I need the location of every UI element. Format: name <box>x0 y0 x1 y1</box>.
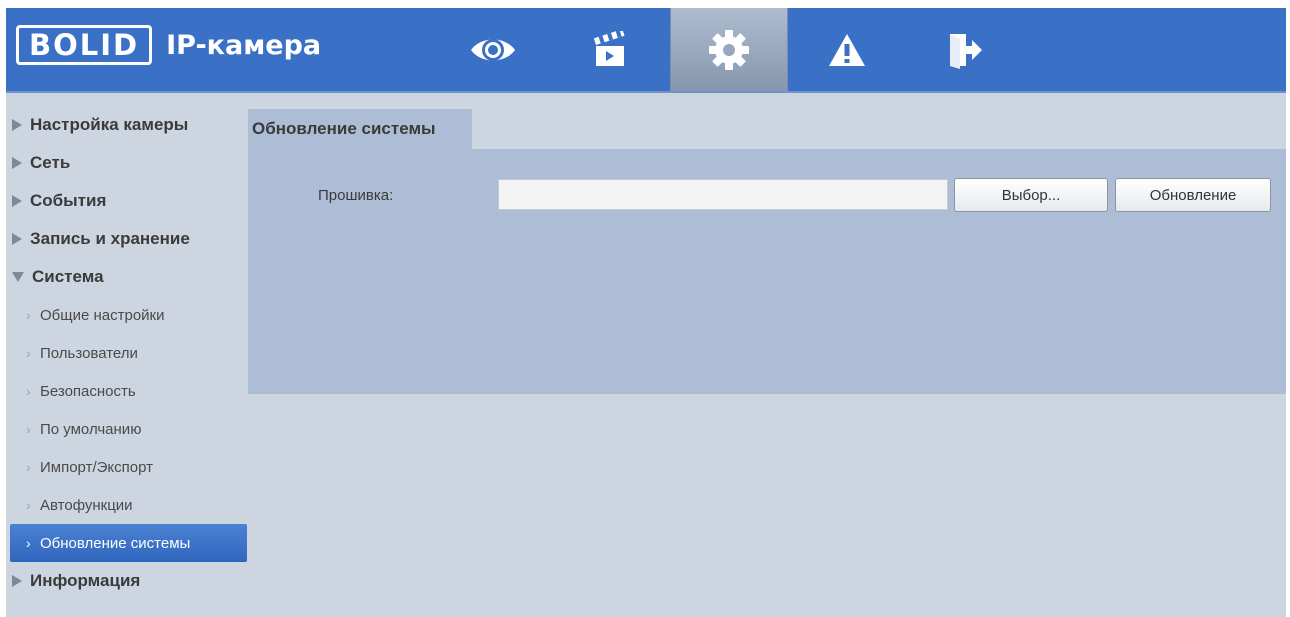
expand-triangle-icon <box>12 119 22 131</box>
sidebar-subitem-label: Автофункции <box>40 496 133 514</box>
nav-live-view[interactable] <box>434 8 552 91</box>
logo-text: IP-камера <box>166 29 322 61</box>
expand-triangle-icon <box>12 575 22 587</box>
firmware-label: Прошивка: <box>318 187 394 204</box>
sidebar: Настройка камеры Сеть События Запись и х… <box>6 106 248 600</box>
nav-alarm[interactable] <box>788 8 906 91</box>
main-nav <box>434 8 1024 91</box>
chevron-right-icon: › <box>26 459 31 475</box>
nav-playback[interactable] <box>552 8 670 91</box>
sidebar-item-label: Запись и хранение <box>30 229 190 248</box>
chevron-right-icon: › <box>26 421 31 437</box>
sidebar-item-information[interactable]: Информация <box>6 562 248 600</box>
sidebar-subitem-defaults[interactable]: › По умолчанию <box>6 410 248 448</box>
sidebar-item-label: События <box>30 191 107 210</box>
tab-title: Обновление системы <box>252 119 436 138</box>
upgrade-panel: Прошивка: Выбор... Обновление <box>248 149 1286 394</box>
gear-icon <box>709 29 749 70</box>
warning-icon <box>829 33 865 66</box>
sidebar-subitem-label: Общие настройки <box>40 306 165 324</box>
sidebar-subitem-system-upgrade[interactable]: › Обновление системы <box>10 524 247 562</box>
header-bar: BOLID IP-камера <box>6 8 1286 93</box>
sidebar-item-label: Система <box>32 267 104 286</box>
collapse-triangle-icon <box>12 272 24 282</box>
sidebar-subitem-auto-functions[interactable]: › Автофункции <box>6 486 248 524</box>
firmware-path-input[interactable] <box>498 179 948 210</box>
nav-settings[interactable] <box>670 8 788 91</box>
sidebar-subitem-label: Импорт/Экспорт <box>40 458 153 476</box>
sidebar-subitem-label: Безопасность <box>40 382 136 400</box>
expand-triangle-icon <box>12 195 22 207</box>
sidebar-item-label: Настройка камеры <box>30 115 189 134</box>
sidebar-item-label: Сеть <box>30 153 71 172</box>
chevron-right-icon: › <box>26 535 31 551</box>
sidebar-item-label: Информация <box>30 571 141 590</box>
update-button[interactable]: Обновление <box>1115 178 1271 212</box>
sidebar-item-events[interactable]: События <box>6 182 248 220</box>
logo-brand: BOLID <box>16 25 153 65</box>
expand-triangle-icon <box>12 233 22 245</box>
nav-logout[interactable] <box>906 8 1024 91</box>
sidebar-subitem-label: По умолчанию <box>40 420 142 438</box>
logout-icon <box>950 33 982 69</box>
chevron-right-icon: › <box>26 497 31 513</box>
sidebar-item-system[interactable]: Система <box>6 258 248 296</box>
chevron-right-icon: › <box>26 383 31 399</box>
chevron-right-icon: › <box>26 345 31 361</box>
sidebar-subitem-label: Обновление системы <box>40 534 191 552</box>
clapperboard-icon <box>593 30 625 66</box>
sidebar-item-storage[interactable]: Запись и хранение <box>6 220 248 258</box>
select-file-button[interactable]: Выбор... <box>954 178 1108 212</box>
sidebar-subitem-label: Пользователи <box>40 344 138 362</box>
app-window: BOLID IP-камера Настройка камеры Сеть Со… <box>6 8 1286 617</box>
sidebar-item-network[interactable]: Сеть <box>6 144 248 182</box>
sidebar-item-camera-settings[interactable]: Настройка камеры <box>6 106 248 144</box>
expand-triangle-icon <box>12 157 22 169</box>
chevron-right-icon: › <box>26 307 31 323</box>
logo: BOLID IP-камера <box>16 25 321 65</box>
tab-system-upgrade[interactable]: Обновление системы <box>248 109 472 149</box>
eye-icon <box>471 38 515 61</box>
sidebar-subitem-users[interactable]: › Пользователи <box>6 334 248 372</box>
sidebar-subitem-import-export[interactable]: › Импорт/Экспорт <box>6 448 248 486</box>
sidebar-subitem-general[interactable]: › Общие настройки <box>6 296 248 334</box>
sidebar-subitem-security[interactable]: › Безопасность <box>6 372 248 410</box>
